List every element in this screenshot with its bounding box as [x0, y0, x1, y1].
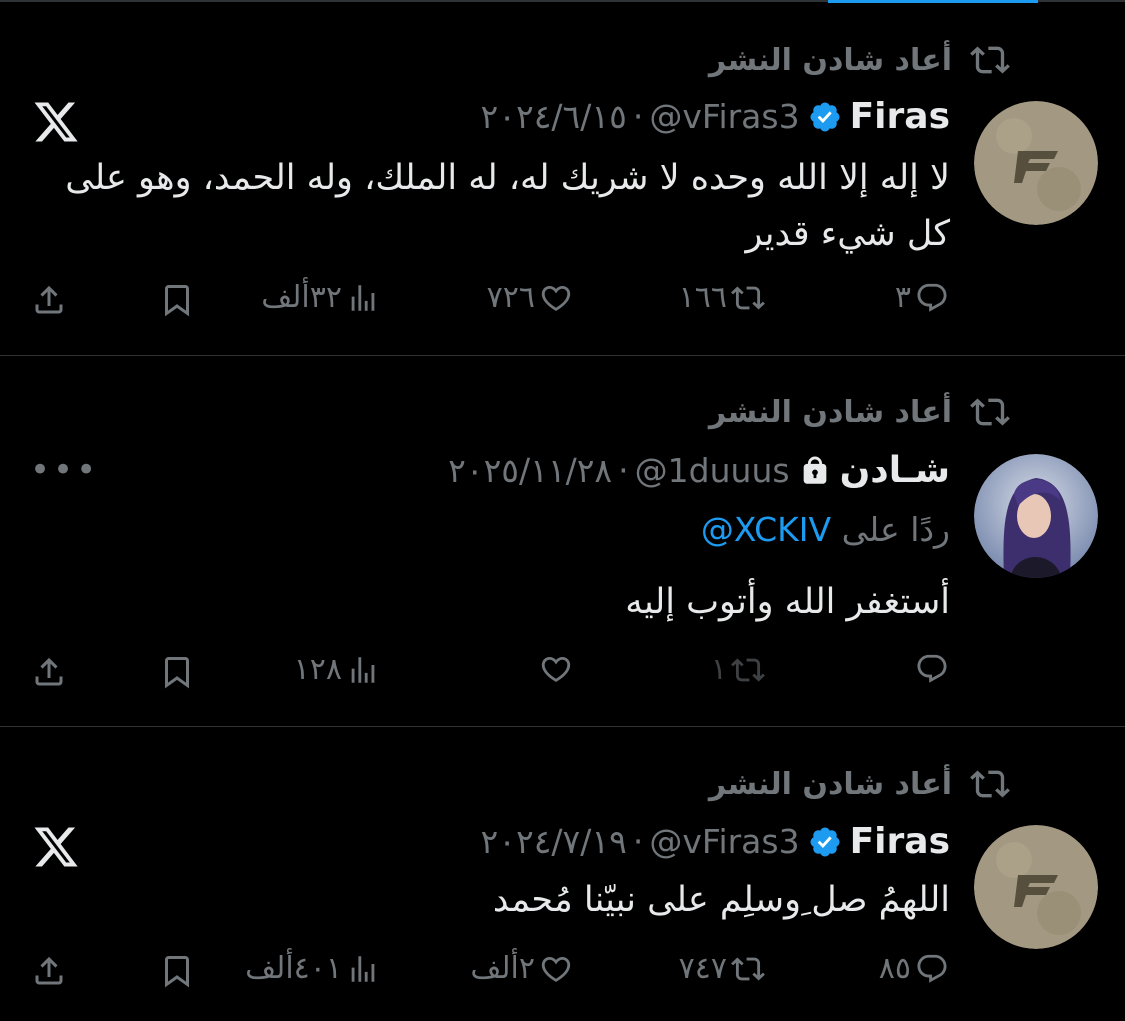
heart-icon — [539, 281, 573, 315]
tweet-card[interactable]: أعاد شادن النشر شـادن @1duuus · ٢٠٢٥/١١/… — [0, 356, 1125, 726]
heart-icon — [539, 652, 573, 686]
avatar[interactable] — [974, 454, 1098, 578]
reply-button[interactable]: ٣ — [895, 280, 949, 315]
tweet-date[interactable]: ٢٠٢٥/١١/٢٨ — [448, 451, 612, 490]
retweet-label: أعاد شادن النشر — [708, 394, 952, 430]
reply-icon — [915, 952, 949, 986]
avatar[interactable] — [974, 101, 1098, 225]
retweet-indicator: أعاد شادن النشر — [709, 764, 1010, 804]
retweet-count: ٧٤٧ — [678, 951, 727, 986]
tweet-text: اللهمُ صل ِوسلِم على نبيّنا مُحمد — [492, 880, 950, 920]
retweet-button[interactable]: ١٦٦ — [679, 280, 765, 315]
reply-count: ٨٥ — [878, 951, 911, 986]
retweet-count: ١ — [710, 652, 727, 687]
view-count: ٣٢ألف — [261, 280, 342, 315]
reply-icon — [915, 281, 949, 315]
tweet-date[interactable]: ٢٠٢٤/٧/١٩ — [481, 822, 627, 861]
author-name[interactable]: Firas — [850, 96, 950, 137]
heart-icon — [539, 952, 573, 986]
bookmark-button[interactable] — [159, 282, 195, 322]
share-button[interactable] — [31, 654, 67, 694]
author-name[interactable]: شـادن — [840, 450, 950, 491]
bookmark-icon — [159, 282, 195, 318]
retweet-icon — [731, 952, 765, 986]
share-icon — [31, 282, 67, 318]
retweet-button-disabled: ١ — [711, 652, 765, 687]
like-button[interactable]: ٢ألف — [470, 951, 573, 986]
view-count: ٤٠١ألف — [245, 951, 342, 986]
retweet-icon — [970, 392, 1010, 432]
views-button[interactable]: ١٢٨ — [294, 652, 380, 687]
bookmark-icon — [159, 654, 195, 690]
tweet-date[interactable]: ٢٠٢٤/٦/١٥ — [481, 97, 627, 136]
views-button[interactable]: ٣٢ألف — [261, 280, 380, 315]
share-button[interactable] — [31, 953, 67, 993]
tweet-header: شـادن @1duuus · ٢٠٢٥/١١/٢٨ — [448, 450, 950, 491]
author-name[interactable]: Firas — [850, 821, 950, 862]
author-handle[interactable]: @1duuus — [635, 451, 790, 490]
retweet-icon — [731, 653, 765, 687]
tweet-header: Firas @vFiras3 · ٢٠٢٤/٦/١٥ — [481, 96, 950, 137]
views-icon — [346, 281, 380, 315]
tweet-actions: ٣ ١٦٦ ٧٢٦ ٣٢ألف — [0, 280, 1125, 324]
x-logo-icon — [32, 98, 80, 146]
share-button[interactable] — [31, 282, 67, 322]
retweet-icon — [970, 764, 1010, 804]
reply-button[interactable]: ٨٥ — [879, 951, 949, 986]
separator: · — [632, 97, 644, 136]
reply-count: ٣ — [894, 280, 911, 315]
reply-button[interactable] — [915, 652, 949, 686]
author-handle[interactable]: @vFiras3 — [649, 822, 799, 861]
bookmark-button[interactable] — [159, 953, 195, 993]
verified-icon — [808, 100, 842, 134]
views-button[interactable]: ٤٠١ألف — [245, 951, 380, 986]
verified-icon — [808, 825, 842, 859]
tweet-card[interactable]: أعاد شادن النشر Firas @vFiras3 · ٢٠٢٤/٦/… — [0, 0, 1125, 355]
share-icon — [31, 953, 67, 989]
retweet-count: ١٦٦ — [678, 280, 727, 315]
separator: · — [632, 822, 644, 861]
avatar[interactable] — [974, 825, 1098, 949]
reply-mention-link[interactable]: @XCKIV — [701, 510, 831, 549]
view-count: ١٢٨ — [293, 652, 342, 687]
like-button[interactable]: ٧٢٦ — [487, 280, 573, 315]
reply-prefix: ردًا على — [841, 510, 950, 549]
retweet-label: أعاد شادن النشر — [708, 42, 952, 78]
author-handle[interactable]: @vFiras3 — [649, 97, 799, 136]
separator: · — [618, 451, 629, 490]
tweet-actions: ٨٥ ٧٤٧ ٢ألف ٤٠١ألف — [0, 951, 1125, 995]
tweet-card[interactable]: أعاد شادن النشر Firas @vFiras3 · ٢٠٢٤/٧/… — [0, 727, 1125, 1021]
retweet-indicator: أعاد شادن النشر — [709, 392, 1010, 432]
views-icon — [346, 653, 380, 687]
lock-icon — [798, 454, 832, 488]
retweet-icon — [731, 281, 765, 315]
more-options-icon[interactable]: ••• — [30, 450, 99, 490]
tweet-text: لا إله إلا الله وحده لا شريك له، له المل… — [65, 158, 950, 254]
like-count: ٢ألف — [470, 951, 535, 986]
retweet-icon — [970, 40, 1010, 80]
bookmark-button[interactable] — [159, 654, 195, 694]
like-count: ٧٢٦ — [486, 280, 535, 315]
reply-context: ردًا على @XCKIV — [701, 510, 950, 549]
tweet-header: Firas @vFiras3 · ٢٠٢٤/٧/١٩ — [481, 821, 950, 862]
share-icon — [31, 654, 67, 690]
reply-icon — [915, 652, 949, 686]
tweet-actions: ١ ١٢٨ — [0, 652, 1125, 696]
x-logo-icon — [32, 823, 80, 871]
like-button[interactable] — [539, 652, 573, 686]
retweet-indicator: أعاد شادن النشر — [709, 40, 1010, 80]
views-icon — [346, 952, 380, 986]
retweet-label: أعاد شادن النشر — [708, 766, 952, 802]
tweet-text: أستغفر الله وأتوب إليه — [625, 582, 950, 622]
retweet-button[interactable]: ٧٤٧ — [679, 951, 765, 986]
bookmark-icon — [159, 953, 195, 989]
